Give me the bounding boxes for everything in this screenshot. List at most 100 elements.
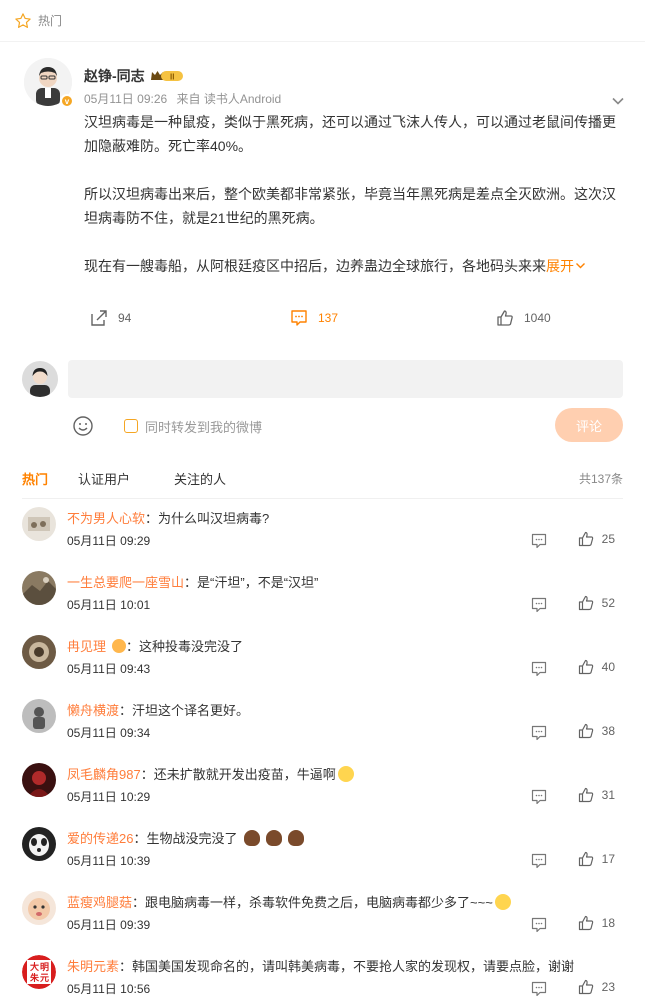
comment-item: 爱的传递26：生物战没完没了 05月11日 10:39 17: [22, 819, 623, 883]
author-avatar[interactable]: v: [24, 58, 74, 108]
commenter-name[interactable]: 爱的传递26: [67, 831, 133, 846]
svg-text:朱: 朱: [29, 972, 40, 983]
thumbs-up-icon: [578, 851, 593, 867]
comment-text: 跟电脑病毒一样，杀毒软件免费之后，电脑病毒都少多了~~~: [145, 895, 493, 910]
comment-like-button[interactable]: 38: [578, 723, 615, 739]
thumbs-up-icon: [578, 659, 593, 675]
comment-like-button[interactable]: 25: [578, 531, 615, 547]
comment-item: 蓝瘦鸡腿菇：跟电脑病毒一样，杀毒软件免费之后，电脑病毒都少多了~~~ 05月11…: [22, 883, 623, 947]
post-actions: 94 137 1040: [84, 290, 621, 346]
commenter-avatar[interactable]: [22, 635, 56, 669]
commenter-name[interactable]: 不为男人心软: [67, 511, 145, 526]
commenter-name[interactable]: 一生总要爬一座雪山: [67, 575, 184, 590]
comment-input[interactable]: [68, 360, 623, 398]
svg-text:明: 明: [40, 962, 49, 972]
comment-like-button[interactable]: 52: [578, 595, 615, 611]
commenter-avatar[interactable]: [22, 699, 56, 733]
poop-emoji-icon: [243, 830, 260, 846]
reply-icon[interactable]: [531, 661, 547, 677]
commenter-avatar[interactable]: [22, 827, 56, 861]
comment-text: 生物战没完没了: [146, 831, 238, 846]
comment-like-button[interactable]: 23: [578, 979, 615, 995]
thumbs-up-icon: [497, 310, 513, 326]
svg-text:II: II: [170, 73, 174, 82]
comment-like-button[interactable]: 40: [578, 659, 615, 675]
commenter-name[interactable]: 蓝瘦鸡腿菇: [67, 895, 132, 910]
comment-like-count: 23: [601, 980, 615, 994]
commenter-avatar[interactable]: [22, 571, 56, 605]
star-icon: [15, 12, 31, 28]
comment-like-count: 18: [601, 916, 615, 930]
comment-like-count: 52: [601, 596, 615, 610]
reply-icon[interactable]: [531, 597, 547, 613]
comment-item: 不为男人心软：为什么叫汉坦病毒? 05月11日 09:29 25: [22, 499, 623, 563]
hot-header: 热门: [0, 0, 645, 42]
author-name[interactable]: 赵铮-同志: [84, 66, 145, 86]
tab-hot[interactable]: 热门: [22, 469, 48, 488]
commenter-avatar[interactable]: 大明朱元: [22, 955, 56, 989]
reply-icon[interactable]: [531, 789, 547, 805]
my-avatar[interactable]: [22, 361, 58, 397]
comment-count: 137: [318, 311, 339, 325]
comment-item: 一生总要爬一座雪山：是“汗坦”，不是“汉坦” 05月11日 10:01 52: [22, 563, 623, 627]
tab-following[interactable]: 关注的人: [174, 469, 226, 488]
comment-text: 为什么叫汉坦病毒?: [158, 511, 270, 526]
comment-icon: [291, 310, 307, 326]
post-paragraph: 所以汉坦病毒出来后，整个欧美都非常紧张，毕竟当年黑死病是差点全灭欧洲。这次汉坦病…: [84, 186, 616, 226]
comment-text: 韩国美国发现命名的，请叫韩美病毒，不要抢人家的发现权，请要点脸，谢谢: [132, 959, 575, 974]
commenter-name[interactable]: 朱明元素: [67, 959, 119, 974]
commenter-avatar[interactable]: [22, 891, 56, 925]
thumbs-up-icon: [578, 787, 593, 803]
laugh-emoji-icon: [494, 894, 511, 910]
comment-text: 还未扩散就开发出疫苗，牛逼啊: [153, 767, 336, 782]
my-avatar-portrait: [22, 361, 58, 397]
svg-text:元: 元: [40, 973, 49, 983]
post-paragraph: 汉坦病毒是一种鼠疫，类似于黑死病，还可以通过飞沫人传人，可以通过老鼠间传播更加隐…: [84, 114, 616, 154]
tab-verified-users[interactable]: 认证用户: [78, 469, 130, 488]
share-icon: [91, 310, 107, 326]
comment-text: 这种投毒没完没了: [139, 639, 244, 654]
comment-total: 共137条: [578, 471, 623, 486]
thumbs-up-icon: [578, 595, 593, 611]
comment-like-count: 31: [601, 788, 615, 802]
like-button[interactable]: 1040: [496, 309, 551, 327]
expand-link[interactable]: 展开: [546, 258, 586, 274]
comment-like-count: 25: [601, 532, 615, 546]
commenter-name[interactable]: 凤毛麟角987: [67, 767, 141, 782]
post-date: 05月11日 09:26: [84, 92, 168, 106]
share-button[interactable]: 94: [84, 309, 290, 327]
thumbs-up-icon: [578, 723, 593, 739]
chevron-down-icon: [576, 263, 585, 269]
thumbs-up-icon: [578, 979, 593, 995]
comment-tabs: 热门 认证用户 关注的人 共137条: [0, 458, 645, 498]
post-source: 来自 读书人Android: [176, 92, 282, 106]
comment-like-count: 38: [601, 724, 615, 738]
reply-icon[interactable]: [531, 981, 547, 997]
emoji-icon[interactable]: [72, 415, 94, 437]
comment-text: 汗坦这个译名更好。: [132, 703, 250, 718]
comment-like-button[interactable]: 31: [578, 787, 615, 803]
comment-item: 冉见理 ：这种投毒没完没了 05月11日 09:43 40: [22, 627, 623, 691]
comment-like-button[interactable]: 17: [578, 851, 615, 867]
reply-icon[interactable]: [531, 917, 547, 933]
reply-icon[interactable]: [531, 533, 547, 549]
commenter-name[interactable]: 懒舟横渡: [67, 703, 119, 718]
svg-text:大: 大: [30, 961, 39, 972]
chevron-down-icon[interactable]: [611, 94, 625, 108]
poop-emoji-icon: [287, 830, 304, 846]
reply-icon[interactable]: [531, 853, 547, 869]
commenter-name[interactable]: 冉见理: [67, 639, 106, 654]
comment-button[interactable]: 137: [290, 309, 496, 327]
comment-like-button[interactable]: 18: [578, 915, 615, 931]
comment-composer: [0, 360, 645, 398]
poop-emoji-icon: [265, 830, 282, 846]
thumbs-up-icon: [578, 531, 593, 547]
submit-comment-button[interactable]: 评论: [555, 408, 623, 442]
smile-emoji-icon: [337, 766, 354, 782]
commenter-avatar[interactable]: [22, 763, 56, 797]
commenter-avatar[interactable]: [22, 507, 56, 541]
share-count: 94: [118, 311, 132, 325]
comment-item: 凤毛麟角987：还未扩散就开发出疫苗，牛逼啊 05月11日 10:29 31: [22, 755, 623, 819]
reply-icon[interactable]: [531, 725, 547, 741]
repost-checkbox[interactable]: [124, 419, 138, 433]
